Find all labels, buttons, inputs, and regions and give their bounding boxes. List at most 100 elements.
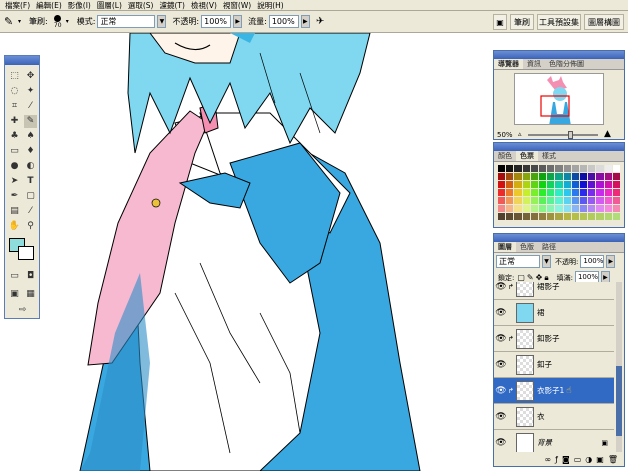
lock-image-icon[interactable]: ✎ xyxy=(527,273,534,282)
color-swatch-cell[interactable] xyxy=(563,213,571,220)
history-brush-tool-icon[interactable]: ♠ xyxy=(24,130,37,143)
color-swatch-cell[interactable] xyxy=(563,205,571,212)
palette-well-tool-presets-tab[interactable]: 工具預設集 xyxy=(537,14,581,30)
delete-layer-icon[interactable]: 🗑︎ xyxy=(608,455,618,464)
color-swatch-cell[interactable] xyxy=(579,173,588,180)
color-swatch-cell[interactable] xyxy=(596,213,604,220)
color-swatch-cell[interactable] xyxy=(612,205,620,212)
color-swatch-cell[interactable] xyxy=(514,173,522,180)
color-swatch-cell[interactable] xyxy=(596,173,604,180)
quick-mask-on-icon[interactable]: ◘ xyxy=(24,270,37,283)
color-swatch-cell[interactable] xyxy=(498,197,506,204)
color-swatch-cell[interactable] xyxy=(612,213,620,220)
color-swatch-cell[interactable] xyxy=(596,181,604,188)
color-swatch-cell[interactable] xyxy=(612,197,620,204)
tab-swatches[interactable]: 色票 xyxy=(516,151,538,161)
color-swatch-cell[interactable] xyxy=(571,165,579,172)
color-swatch-cell[interactable] xyxy=(547,213,555,220)
navigator-zoom-out-icon[interactable]: ▵ xyxy=(518,130,522,138)
hand-tool-icon[interactable]: ✋ xyxy=(8,220,21,233)
color-swatch-cell[interactable] xyxy=(514,189,522,196)
menu-image[interactable]: 影像(I) xyxy=(65,0,94,11)
color-swatch-cell[interactable] xyxy=(612,181,620,188)
zoom-tool-icon[interactable]: ⚲ xyxy=(24,220,37,233)
shape-tool-icon[interactable]: ▢ xyxy=(24,190,37,203)
color-swatch-cell[interactable] xyxy=(604,165,612,172)
brush-dropdown-arrow[interactable]: ▾ xyxy=(66,18,69,25)
color-swatch-cell[interactable] xyxy=(555,165,563,172)
color-swatch-cell[interactable] xyxy=(588,197,596,204)
navigator-titlebar[interactable] xyxy=(494,51,624,59)
layer-visibility-eye-icon[interactable]: 👁︎ xyxy=(494,282,508,292)
color-swatch-cell[interactable] xyxy=(547,197,555,204)
crop-tool-icon[interactable]: ⌗ xyxy=(8,100,21,113)
screen-mode-full-icon[interactable]: ▦ xyxy=(24,288,37,301)
layer-row[interactable]: 👁︎ ↱ 釦影子 xyxy=(494,326,614,352)
color-swatch-cell[interactable] xyxy=(579,197,588,204)
color-swatch-cell[interactable] xyxy=(506,197,514,204)
marquee-tool-icon[interactable]: ⬚ xyxy=(8,70,21,83)
color-swatch-cell[interactable] xyxy=(588,205,596,212)
color-swatch-cell[interactable] xyxy=(604,181,612,188)
layer-visibility-eye-icon[interactable]: 👁︎ xyxy=(494,308,508,318)
color-swatch-cell[interactable] xyxy=(571,197,579,204)
eraser-tool-icon[interactable]: ▭ xyxy=(8,145,21,158)
color-swatch-cell[interactable] xyxy=(498,189,506,196)
color-swatch-cell[interactable] xyxy=(498,165,506,172)
color-swatch-cell[interactable] xyxy=(571,205,579,212)
color-swatch-cell[interactable] xyxy=(563,189,571,196)
color-swatch-cell[interactable] xyxy=(555,173,563,180)
slice-tool-icon[interactable]: ⁄ xyxy=(24,100,37,113)
lasso-tool-icon[interactable]: ◌ xyxy=(8,85,21,98)
color-swatch-cell[interactable] xyxy=(514,205,522,212)
color-swatch-cell[interactable] xyxy=(530,165,538,172)
color-swatch-cell[interactable] xyxy=(547,189,555,196)
navigator-preview[interactable] xyxy=(514,73,604,125)
menu-window[interactable]: 視窗(W) xyxy=(220,0,254,11)
eyedropper-tool-icon[interactable]: ⁄ xyxy=(24,205,37,218)
color-swatch-cell[interactable] xyxy=(579,213,588,220)
color-swatch-cell[interactable] xyxy=(522,197,530,204)
layer-row[interactable]: 👁︎ 裙 xyxy=(494,300,614,326)
add-mask-icon[interactable]: ◙ xyxy=(562,455,570,464)
mode-select[interactable]: 正常 xyxy=(97,15,156,28)
color-swatch-cell[interactable] xyxy=(522,205,530,212)
pen-tool-icon[interactable]: ✒ xyxy=(8,190,21,203)
color-swatch-cell[interactable] xyxy=(538,205,547,212)
layer-row[interactable]: 👁︎ 釦子 xyxy=(494,352,614,378)
color-swatch-cell[interactable] xyxy=(547,165,555,172)
move-tool-icon[interactable]: ✥ xyxy=(24,70,37,83)
color-swatch-cell[interactable] xyxy=(555,213,563,220)
color-swatch-cell[interactable] xyxy=(555,181,563,188)
menu-edit[interactable]: 編輯(E) xyxy=(33,0,65,11)
menu-help[interactable]: 說明(H) xyxy=(254,0,287,11)
color-swatch-cell[interactable] xyxy=(571,213,579,220)
background-color-swatch[interactable] xyxy=(18,246,34,260)
brush-tool-icon[interactable]: ✎ xyxy=(4,15,18,28)
menu-layer[interactable]: 圖層(L) xyxy=(94,0,125,11)
brush-tool-icon[interactable]: ✎ xyxy=(24,115,37,128)
color-swatch-cell[interactable] xyxy=(506,173,514,180)
palette-well-brushes-tab[interactable]: 筆刷 xyxy=(510,14,534,30)
color-swatch-cell[interactable] xyxy=(498,213,506,220)
clone-stamp-tool-icon[interactable]: ♣ xyxy=(8,130,21,143)
color-swatch-cell[interactable] xyxy=(506,165,514,172)
color-swatch-cell[interactable] xyxy=(530,173,538,180)
color-swatch-cell[interactable] xyxy=(538,197,547,204)
tool-preset-dropdown[interactable]: ▾ xyxy=(18,18,21,25)
layers-titlebar[interactable] xyxy=(494,234,624,242)
color-swatch-cell[interactable] xyxy=(514,165,522,172)
opacity-slider-arrow[interactable]: ▶ xyxy=(233,15,243,28)
color-swatch-cell[interactable] xyxy=(538,173,547,180)
go-to-bridge-button[interactable]: ▣ xyxy=(493,14,507,30)
layer-row[interactable]: 👁︎ ↱ 裙影子 xyxy=(494,282,614,300)
color-swatch-cell[interactable] xyxy=(604,197,612,204)
color-swatch-cell[interactable] xyxy=(612,165,620,172)
type-tool-icon[interactable]: T xyxy=(24,175,37,188)
color-swatch-cell[interactable] xyxy=(498,205,506,212)
color-swatch-cell[interactable] xyxy=(563,165,571,172)
blend-mode-dropdown-arrow[interactable]: ▼ xyxy=(542,255,551,268)
dodge-tool-icon[interactable]: ◐ xyxy=(24,160,37,173)
color-swatch-cell[interactable] xyxy=(530,205,538,212)
flow-input[interactable]: 100% xyxy=(268,15,299,28)
